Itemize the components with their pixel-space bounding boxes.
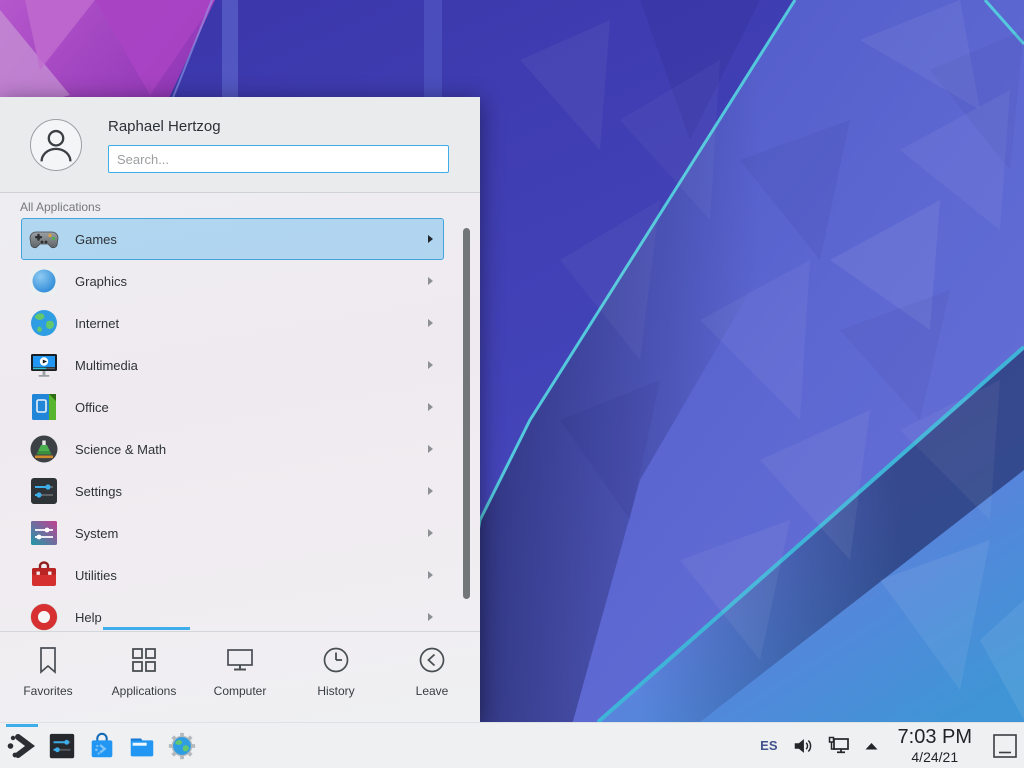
tab-leave[interactable]: Leave [384,632,480,722]
tab-favorites[interactable]: Favorites [0,632,96,722]
gamepad-icon [28,223,60,255]
section-label: All Applications [20,200,101,214]
clock-time: 7:03 PM [898,727,972,747]
discover-task-button[interactable] [82,723,122,768]
submenu-arrow-icon [425,360,435,370]
category-graphics[interactable]: Graphics [21,260,444,302]
tab-computer[interactable]: Computer [192,632,288,722]
show-desktop-icon [992,733,1018,759]
system-sliders-icon [28,517,60,549]
category-settings[interactable]: Settings [21,470,444,512]
sliders-icon [28,475,60,507]
submenu-arrow-icon [425,402,435,412]
category-list: Games Graphics [21,218,444,631]
category-label: Office [75,400,109,415]
submenu-arrow-icon [425,444,435,454]
digital-clock[interactable]: 7:03 PM 4/24/21 [898,727,972,764]
category-help[interactable]: Help [21,596,444,631]
category-multimedia[interactable]: Multimedia [21,344,444,386]
kde-launcher-icon [6,730,38,762]
active-tab-indicator [103,627,190,630]
tab-applications[interactable]: Applications [96,632,192,722]
show-desktop-button[interactable] [992,733,1018,759]
user-icon [31,120,81,170]
category-games[interactable]: Games [21,218,444,260]
tab-history[interactable]: History [288,632,384,722]
category-utilities[interactable]: Utilities [21,554,444,596]
user-name: Raphael Hertzog [108,118,221,135]
category-label: Games [75,232,117,247]
app-launcher-button[interactable] [2,723,42,768]
category-system[interactable]: System [21,512,444,554]
network-icon[interactable] [827,734,851,758]
category-internet[interactable]: Internet [21,302,444,344]
clock-date: 4/24/21 [898,750,972,764]
submenu-arrow-icon [425,234,435,244]
clock-icon [322,644,350,676]
list-scrollbar[interactable] [463,228,470,599]
avatar[interactable] [30,119,82,171]
category-label: Multimedia [75,358,138,373]
file-manager-icon [127,731,157,761]
category-label: Settings [75,484,122,499]
grid-icon [130,644,158,676]
tab-label: Applications [112,684,177,698]
lifebuoy-icon [28,601,60,631]
system-settings-icon [47,731,77,761]
system-settings-task-button[interactable] [42,723,82,768]
expand-arrow-icon[interactable] [864,741,879,751]
submenu-arrow-icon [425,486,435,496]
browser-icon [167,731,197,761]
category-label: System [75,526,118,541]
leave-icon [418,644,446,676]
toolbox-icon [28,559,60,591]
tab-label: Computer [214,684,267,698]
submenu-arrow-icon [425,276,435,286]
tab-label: Favorites [23,684,72,698]
keyboard-layout-indicator[interactable]: ES [760,738,777,753]
search-input[interactable] [108,145,449,173]
tab-label: History [317,684,354,698]
discover-icon [87,731,117,761]
submenu-arrow-icon [425,318,435,328]
volume-icon[interactable] [792,735,814,757]
active-task-indicator [6,724,38,727]
taskbar-panel: ES 7:03 PM 4/24/21 [0,722,1024,768]
submenu-arrow-icon [425,528,435,538]
flask-icon [28,433,60,465]
application-launcher-menu: Raphael Hertzog All Applications Games [0,97,480,722]
category-science-math[interactable]: Science & Math [21,428,444,470]
globe-icon [28,307,60,339]
launcher-header: Raphael Hertzog [0,97,480,193]
category-label: Utilities [75,568,117,583]
sphere-icon [28,265,60,297]
submenu-arrow-icon [425,570,435,580]
category-label: Graphics [75,274,127,289]
file-manager-task-button[interactable] [122,723,162,768]
document-icon [28,391,60,423]
monitor-icon [225,644,255,676]
submenu-arrow-icon [425,612,435,622]
bookmark-icon [35,644,61,676]
browser-task-button[interactable] [162,723,202,768]
category-label: Internet [75,316,119,331]
tab-label: Leave [416,684,449,698]
media-player-icon [28,349,60,381]
category-label: Science & Math [75,442,166,457]
category-office[interactable]: Office [21,386,444,428]
category-label: Help [75,610,102,625]
system-tray: ES 7:03 PM 4/24/21 [760,723,1024,768]
launcher-tab-bar: Favorites Applications [0,632,480,722]
